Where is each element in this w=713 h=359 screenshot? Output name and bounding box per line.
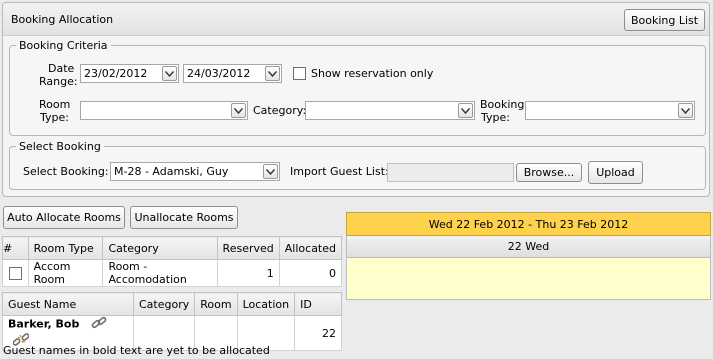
rooms-table: # Room Type Category Reserved Allocated …: [2, 236, 343, 287]
chevron-down-icon[interactable]: [231, 103, 246, 118]
col-allocated: Allocated: [278, 236, 343, 260]
category-label: Category:: [253, 104, 307, 117]
calendar-range-label: Wed 22 Feb 2012 - Thu 23 Feb 2012: [428, 217, 629, 231]
show-reservation-checkbox[interactable]: [293, 67, 306, 80]
booking-criteria-legend: Booking Criteria: [19, 39, 108, 52]
booking-type-label: Type:: [481, 111, 510, 124]
page-title: Booking Allocation: [11, 13, 114, 26]
chevron-down-icon[interactable]: [162, 66, 177, 81]
panel-header: Booking Allocation Booking List: [3, 3, 709, 36]
category-select[interactable]: [305, 101, 475, 120]
booking-list-button[interactable]: Booking List: [624, 9, 705, 31]
browse-button[interactable]: Browse...: [516, 163, 582, 182]
table-row[interactable]: Accom Room Room - Accomodation 1 0: [2, 259, 343, 287]
booking-criteria-group: Booking Criteria: [9, 39, 706, 136]
category-cell: Room - Accomodation: [102, 259, 218, 287]
upload-button[interactable]: Upload: [588, 161, 643, 184]
reserved-cell: 1: [216, 259, 280, 287]
select-booking-dropdown[interactable]: M-28 - Adamski, Guy: [110, 162, 280, 181]
calendar-day-header: 22 Wed: [346, 236, 711, 258]
chevron-down-icon[interactable]: [678, 103, 693, 118]
col-id: ID: [294, 292, 342, 316]
selected-booking-value: M-28 - Adamski, Guy: [114, 165, 229, 178]
room-type-cell: Accom Room: [27, 259, 104, 287]
range-label: Range:: [39, 75, 78, 88]
col-number: #: [2, 236, 29, 260]
col-reserved: Reserved: [216, 236, 280, 260]
date-from-value: 23/02/2012: [84, 67, 148, 80]
guests-table: Guest Name Category Room Location ID Bar…: [2, 292, 342, 351]
footer-note: Guest names in bold text are yet to be a…: [3, 344, 270, 357]
date-to-field[interactable]: 24/03/2012: [183, 64, 282, 83]
date-to-value: 24/03/2012: [187, 67, 251, 80]
row-select-checkbox[interactable]: [8, 266, 22, 280]
allocated-cell: 0: [278, 259, 343, 287]
calendar-day-label: 22 Wed: [507, 240, 550, 253]
col-room: Room: [194, 292, 238, 316]
booking-type-select[interactable]: [525, 101, 695, 120]
guest-id-cell: 22: [294, 315, 342, 351]
col-category: Category: [102, 236, 218, 260]
col-guest-name: Guest Name: [2, 292, 134, 316]
booking-allocation-panel: Booking Allocation Booking List Booking …: [2, 2, 710, 197]
chain-link-icon[interactable]: [91, 316, 107, 333]
guests-table-header: Guest Name Category Room Location ID: [2, 292, 342, 316]
import-file-field[interactable]: [387, 163, 514, 182]
chevron-down-icon[interactable]: [263, 164, 278, 179]
calendar-drop-area[interactable]: [346, 258, 711, 300]
chevron-down-icon[interactable]: [458, 103, 473, 118]
unallocate-rooms-button[interactable]: Unallocate Rooms: [130, 206, 238, 229]
guest-name: Barker, Bob: [8, 317, 80, 331]
calendar-range-header: Wed 22 Feb 2012 - Thu 23 Feb 2012: [346, 212, 711, 236]
select-booking-legend: Select Booking: [19, 140, 101, 153]
col-guest-category: Category: [132, 292, 196, 316]
rooms-table-header: # Room Type Category Reserved Allocated: [2, 236, 343, 260]
col-location: Location: [236, 292, 296, 316]
row-select-cell[interactable]: [2, 259, 29, 287]
date-from-field[interactable]: 23/02/2012: [80, 64, 179, 83]
date-label: Date: [48, 62, 75, 75]
room-type-label: Type:: [40, 111, 69, 124]
import-guest-list-label: Import Guest List:: [290, 165, 389, 178]
booking-label: Booking: [480, 98, 525, 111]
select-booking-label: Select Booking:: [23, 165, 109, 178]
chevron-down-icon[interactable]: [265, 66, 280, 81]
auto-allocate-rooms-button[interactable]: Auto Allocate Rooms: [3, 206, 125, 229]
show-reservation-label: Show reservation only: [311, 67, 434, 80]
room-type-select[interactable]: [80, 101, 248, 120]
room-label: Room: [39, 98, 71, 111]
col-room-type: Room Type: [27, 236, 104, 260]
